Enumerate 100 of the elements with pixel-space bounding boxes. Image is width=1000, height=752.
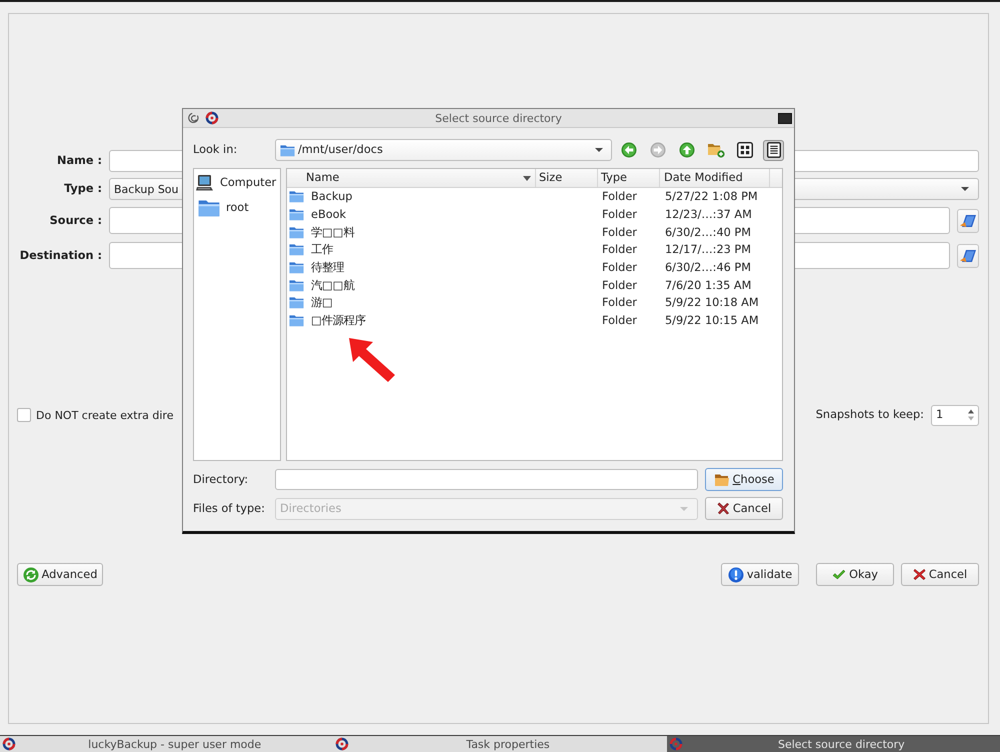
file-row[interactable]: 工作 Folder 12/17/…:23 PM [287, 241, 782, 259]
field-label: Source : [48, 214, 102, 226]
folder-icon [289, 208, 304, 222]
file-type: Folder [602, 278, 637, 292]
folder-icon [959, 212, 977, 228]
info-icon [728, 566, 744, 582]
okay-button[interactable]: Okay [816, 563, 894, 586]
cancel-button[interactable]: Cancel [901, 563, 979, 586]
computer-icon [196, 174, 214, 192]
file-date: 5/27/22 1:08 PM [665, 190, 758, 204]
file-date: 6/30/2…:40 PM [665, 226, 751, 239]
browse-button[interactable] [957, 244, 979, 268]
checkbox[interactable] [17, 408, 31, 422]
file-date: 7/6/20 1:35 AM [665, 278, 752, 292]
folder-icon [289, 314, 304, 328]
field-label: Destination : [18, 250, 102, 262]
file-date: 5/9/22 10:18 AM [665, 296, 759, 310]
caret-icon [961, 187, 969, 191]
file-row[interactable]: 汽□□航 Folder 7/6/20 1:35 AM [287, 276, 782, 294]
file-row[interactable]: 游□ Folder 5/9/22 10:18 AM [287, 294, 782, 312]
file-name: 游□ [311, 297, 333, 309]
ring-logo-icon [205, 111, 219, 125]
directory-label: Directory: [193, 474, 250, 486]
window-square-icon [778, 112, 792, 124]
look-in-combo[interactable]: /mnt/user/docs [275, 139, 612, 161]
folder-icon [289, 243, 304, 256]
file-row[interactable]: 学□□料 Folder 6/30/2…:40 PM [287, 223, 782, 242]
look-in-label: Look in: [193, 144, 238, 156]
column-header[interactable]: Name [287, 169, 536, 187]
view-mode-button[interactable] [763, 140, 784, 160]
field-label: Type : [63, 183, 102, 195]
spin-arrows-icon [967, 407, 975, 423]
up-icon [678, 142, 694, 158]
view-mode-button[interactable] [734, 140, 755, 160]
column-header[interactable]: Size [536, 169, 598, 187]
file-type: Folder [602, 190, 637, 204]
folder-icon [714, 472, 730, 486]
sidebar-item[interactable]: Computer [194, 171, 280, 195]
ring-logo-icon [2, 737, 16, 751]
circular-arrows-icon [22, 566, 39, 582]
grid-view-icon [736, 142, 752, 158]
taskbar-item[interactable]: Task properties [333, 736, 667, 752]
file-name: 学□□料 [311, 226, 354, 238]
cross-icon [912, 568, 926, 581]
directory-input[interactable] [275, 469, 698, 490]
forward-icon [650, 142, 666, 158]
ring-logo-icon [668, 737, 683, 751]
cross-icon [716, 502, 730, 515]
file-row[interactable]: 待整理 Folder 6/30/2…:46 PM [287, 258, 782, 276]
checkbox-label: Do NOT create extra dire [36, 410, 174, 420]
file-date: 6/30/2…:46 PM [665, 260, 751, 274]
file-type: Folder [602, 314, 637, 327]
file-row[interactable]: Backup Folder 5/27/22 1:08 PM [287, 188, 782, 206]
file-name: 待整理 [311, 262, 344, 274]
folder-icon [289, 261, 304, 274]
check-icon [832, 568, 846, 580]
ring-logo-icon [335, 737, 350, 751]
column-header[interactable]: Date Modified [660, 169, 770, 187]
folder-icon [289, 278, 304, 292]
file-type: Folder [602, 226, 637, 239]
choose-button[interactable]: Choose [705, 468, 783, 491]
file-type: Folder [602, 243, 637, 256]
list-view-icon [766, 142, 780, 158]
file-type: Folder [602, 208, 637, 221]
file-date: 12/23/…:37 AM [665, 208, 752, 221]
folder-icon [289, 296, 304, 310]
browse-button[interactable] [957, 208, 979, 232]
swirl-icon [188, 112, 200, 124]
sidebar-item[interactable]: root [194, 195, 280, 221]
file-date: 5/9/22 10:15 AM [665, 314, 759, 327]
file-type: Folder [602, 260, 637, 274]
caret-icon [680, 506, 688, 510]
validate-button[interactable]: validate [721, 563, 799, 586]
folder-icon [280, 144, 295, 156]
caret-icon [595, 148, 603, 152]
sort-arrow-icon [523, 176, 531, 180]
dialog-title: Select source directory [434, 112, 563, 124]
spin-box[interactable]: 1 [931, 404, 979, 426]
file-date: 12/17/…:23 PM [665, 243, 751, 256]
folder-icon [198, 199, 220, 217]
file-name: 汽□□航 [311, 280, 354, 291]
folder-icon [959, 248, 977, 264]
file-name: □件源程序 [311, 315, 366, 326]
taskbar-item[interactable]: luckyBackup - super user mode [0, 736, 334, 752]
file-name: Backup [311, 191, 352, 202]
column-header[interactable]: Type [598, 169, 660, 187]
file-row[interactable]: eBook Folder 12/23/…:37 AM [287, 206, 782, 224]
new-folder-icon [706, 142, 724, 158]
spin-box-label: Snapshots to keep: [816, 409, 924, 421]
taskbar-item[interactable]: Select source directory [666, 736, 1000, 752]
advanced-button[interactable]: Advanced [17, 563, 103, 586]
file-name: eBook [311, 208, 346, 220]
file-row[interactable]: □件源程序 Folder 5/9/22 10:15 AM [287, 312, 782, 330]
folder-icon [289, 190, 304, 204]
cancel-button[interactable]: Cancel [705, 497, 783, 520]
back-icon [620, 142, 636, 158]
file-type: Folder [602, 296, 637, 310]
file-name: 工作 [311, 244, 333, 256]
file-type-label: Files of type: [193, 502, 266, 514]
pointer-arrow-icon [347, 336, 397, 383]
